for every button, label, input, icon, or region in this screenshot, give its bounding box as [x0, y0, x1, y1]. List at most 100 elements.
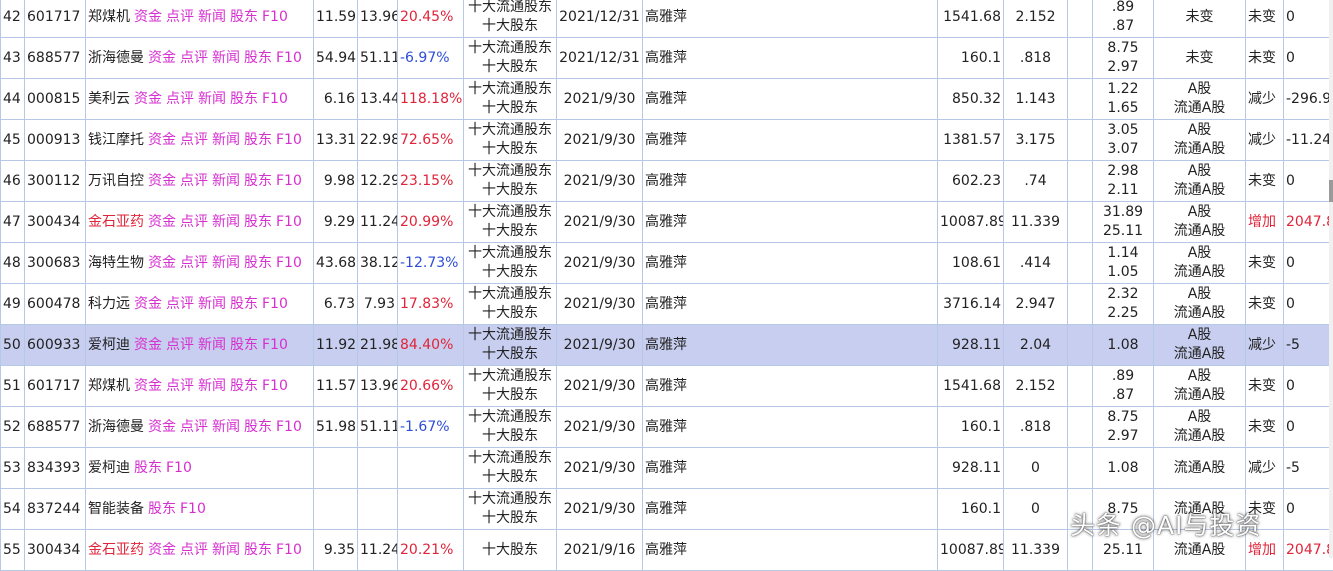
stock-name-link[interactable]: 浙海德曼 — [88, 50, 144, 66]
stock-quick-link[interactable]: F10 — [276, 419, 302, 435]
vertical-scrollbar[interactable] — [1329, 0, 1333, 558]
stock-quick-link[interactable]: F10 — [262, 378, 288, 394]
holding-amount-cell: 160.1 — [938, 407, 1004, 448]
table-row[interactable]: 43688577浙海德曼资金点评新闻股东F1054.9451.11-6.97%十… — [1, 38, 1333, 79]
stock-quick-link[interactable]: 新闻 — [212, 419, 240, 435]
stock-quick-link[interactable]: 点评 — [166, 378, 194, 394]
stock-quick-link[interactable]: 股东 — [148, 501, 176, 517]
table-row[interactable]: 44000815美利云资金点评新闻股东F106.1613.44118.18%十大… — [1, 79, 1333, 120]
stock-quick-link[interactable]: 点评 — [180, 50, 208, 66]
table-row[interactable]: 50600933爱柯迪资金点评新闻股东F1011.9221.9884.40%十大… — [1, 325, 1333, 366]
stock-quick-link[interactable]: 股东 — [244, 132, 272, 148]
stock-quick-link[interactable]: 点评 — [180, 173, 208, 189]
table-row[interactable]: 53834393爱柯迪股东F10十大流通股东十大股东2021/9/30高雅萍92… — [1, 448, 1333, 489]
stock-quick-link[interactable]: 股东 — [230, 296, 258, 312]
stock-quick-link[interactable]: 资金 — [148, 214, 176, 230]
stock-quick-link[interactable]: 股东 — [230, 9, 258, 25]
stock-quick-link[interactable]: F10 — [276, 50, 302, 66]
stock-quick-link[interactable]: F10 — [262, 337, 288, 353]
stock-quick-link[interactable]: 资金 — [148, 173, 176, 189]
table-row[interactable]: 51601717郑煤机资金点评新闻股东F1011.5713.9620.66%十大… — [1, 366, 1333, 407]
stock-quick-link[interactable]: F10 — [276, 214, 302, 230]
stock-quick-link[interactable]: 新闻 — [212, 255, 240, 271]
stock-name-link[interactable]: 金石亚药 — [88, 214, 144, 230]
stock-quick-link[interactable]: F10 — [276, 132, 302, 148]
holder-type-cell: 十大流通股东十大股东 — [464, 161, 557, 202]
stock-quick-link[interactable]: 资金 — [148, 542, 176, 558]
stock-name-link[interactable]: 科力远 — [88, 296, 130, 312]
stock-quick-link[interactable]: 新闻 — [212, 173, 240, 189]
empty-cell — [1068, 284, 1093, 325]
table-row[interactable]: 48300683海特生物资金点评新闻股东F1043.6838.12-12.73%… — [1, 243, 1333, 284]
stock-quick-link[interactable]: 股东 — [244, 419, 272, 435]
stock-quick-link[interactable]: 新闻 — [212, 542, 240, 558]
stock-quick-link[interactable]: 点评 — [180, 255, 208, 271]
stock-quick-link[interactable]: 资金 — [148, 255, 176, 271]
stock-name-link[interactable]: 郑煤机 — [88, 9, 130, 25]
stock-quick-link[interactable]: 资金 — [148, 50, 176, 66]
table-row[interactable]: 49600478科力远资金点评新闻股东F106.737.9317.83%十大流通… — [1, 284, 1333, 325]
stock-quick-link[interactable]: 股东 — [134, 460, 162, 476]
stock-quick-link[interactable]: F10 — [262, 91, 288, 107]
stock-name-link[interactable]: 钱江摩托 — [88, 132, 144, 148]
stock-quick-link[interactable]: 点评 — [180, 214, 208, 230]
report-date-cell: 2021/9/30 — [557, 243, 643, 284]
stock-quick-link[interactable]: 资金 — [134, 91, 162, 107]
stock-name-link[interactable]: 万讯自控 — [88, 173, 144, 189]
stock-name-link[interactable]: 爱柯迪 — [88, 337, 130, 353]
stock-quick-link[interactable]: 点评 — [180, 132, 208, 148]
stock-quick-link[interactable]: 新闻 — [198, 91, 226, 107]
stock-quick-link[interactable]: 点评 — [180, 542, 208, 558]
table-row[interactable]: 52688577浙海德曼资金点评新闻股东F1051.9851.11-1.67%十… — [1, 407, 1333, 448]
stock-quick-link[interactable]: 新闻 — [212, 132, 240, 148]
stock-quick-link[interactable]: 新闻 — [212, 50, 240, 66]
stock-quick-link[interactable]: F10 — [166, 460, 192, 476]
stock-quick-link[interactable]: 点评 — [166, 337, 194, 353]
stock-quick-link[interactable]: F10 — [276, 173, 302, 189]
stock-quick-link[interactable]: 新闻 — [212, 214, 240, 230]
stock-quick-link[interactable]: 点评 — [180, 419, 208, 435]
table-row[interactable]: 47300434金石亚药资金点评新闻股东F109.2911.2420.99%十大… — [1, 202, 1333, 243]
stock-quick-link[interactable]: 股东 — [230, 337, 258, 353]
stock-quick-link[interactable]: 股东 — [244, 50, 272, 66]
stock-quick-link[interactable]: F10 — [276, 255, 302, 271]
change-direction-cell: 未变 — [1246, 161, 1284, 202]
stock-name-link[interactable]: 智能装备 — [88, 501, 144, 517]
scrollbar-thumb[interactable] — [1329, 180, 1333, 202]
stock-name-link[interactable]: 金石亚药 — [88, 542, 144, 558]
change-amount-cell: 2047.85 — [1284, 202, 1333, 243]
stock-quick-link[interactable]: 资金 — [148, 419, 176, 435]
stock-quick-link[interactable]: 资金 — [148, 132, 176, 148]
stock-name-link[interactable]: 浙海德曼 — [88, 419, 144, 435]
stock-quick-link[interactable]: 新闻 — [198, 378, 226, 394]
table-row[interactable]: 46300112万讯自控资金点评新闻股东F109.9812.2923.15%十大… — [1, 161, 1333, 202]
share-type-cell: A股流通A股 — [1154, 366, 1246, 407]
stock-quick-link[interactable]: 股东 — [244, 214, 272, 230]
stock-name-link[interactable]: 美利云 — [88, 91, 130, 107]
stock-name-link[interactable]: 郑煤机 — [88, 378, 130, 394]
stock-quick-link[interactable]: 资金 — [134, 9, 162, 25]
stock-quick-link[interactable]: 股东 — [230, 378, 258, 394]
stock-quick-link[interactable]: 资金 — [134, 296, 162, 312]
stock-quick-link[interactable]: 点评 — [166, 9, 194, 25]
stock-quick-link[interactable]: 新闻 — [198, 296, 226, 312]
stock-quick-link[interactable]: F10 — [262, 296, 288, 312]
change-percent-cell: 20.45% — [398, 0, 464, 38]
table-row[interactable]: 42601717郑煤机资金点评新闻股东F1011.5913.9620.45%十大… — [1, 0, 1333, 38]
stock-quick-link[interactable]: 点评 — [166, 296, 194, 312]
stock-quick-link[interactable]: 新闻 — [198, 9, 226, 25]
table-row[interactable]: 45000913钱江摩托资金点评新闻股东F1013.3122.9872.65%十… — [1, 120, 1333, 161]
stock-quick-link[interactable]: 点评 — [166, 91, 194, 107]
stock-quick-link[interactable]: 股东 — [230, 91, 258, 107]
stock-quick-link[interactable]: 资金 — [134, 378, 162, 394]
stock-quick-link[interactable]: F10 — [262, 9, 288, 25]
stock-quick-link[interactable]: 股东 — [244, 173, 272, 189]
stock-quick-link[interactable]: F10 — [276, 542, 302, 558]
stock-quick-link[interactable]: 新闻 — [198, 337, 226, 353]
stock-quick-link[interactable]: 资金 — [134, 337, 162, 353]
stock-name-link[interactable]: 爱柯迪 — [88, 460, 130, 476]
stock-quick-link[interactable]: 股东 — [244, 542, 272, 558]
stock-quick-link[interactable]: F10 — [180, 501, 206, 517]
stock-quick-link[interactable]: 股东 — [244, 255, 272, 271]
stock-name-link[interactable]: 海特生物 — [88, 255, 144, 271]
